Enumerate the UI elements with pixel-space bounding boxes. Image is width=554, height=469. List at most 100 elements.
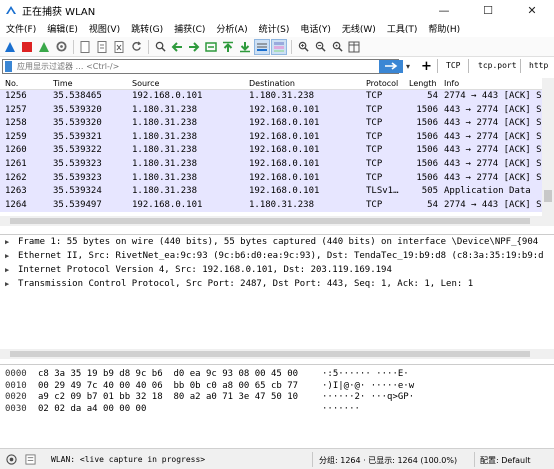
filter-history-dropdown[interactable]: ▾: [403, 60, 413, 72]
cell-source: 1.180.31.238: [132, 118, 198, 129]
resize-columns-button[interactable]: [346, 39, 362, 55]
cell-source: 1.180.31.238: [132, 104, 198, 115]
cell-time: 35.539320: [53, 118, 102, 129]
expert-info-icon[interactable]: [25, 454, 36, 465]
display-filter-input[interactable]: [13, 61, 398, 71]
expand-arrow-icon[interactable]: ▶: [5, 249, 9, 263]
capture-status-icon[interactable]: [6, 454, 17, 465]
find-packet-button[interactable]: [152, 39, 168, 55]
expand-arrow-icon[interactable]: ▶: [5, 235, 9, 249]
col-time-header[interactable]: Time: [53, 79, 73, 88]
cell-source: 1.180.31.238: [132, 172, 198, 183]
start-capture-button[interactable]: [2, 39, 18, 55]
table-row[interactable]: 1257 35.539320 1.180.31.238 192.168.0.101 TC…: [0, 103, 542, 118]
stop-capture-button[interactable]: [19, 39, 35, 55]
expand-arrow-icon[interactable]: ▶: [5, 263, 9, 277]
packet-list-scrollbar[interactable]: [542, 78, 554, 216]
detail-frame[interactable]: ▶ Frame 1: 55 bytes on wire (440 bits), 5…: [0, 235, 554, 249]
cell-no: 1262: [5, 172, 27, 183]
save-file-button[interactable]: [94, 39, 110, 55]
menu-analyze[interactable]: 分析(A): [210, 22, 252, 35]
cell-destination: 192.168.0.101: [249, 158, 320, 169]
table-row[interactable]: 1263 35.539324 1.180.31.238 192.168.0.101 TL…: [0, 185, 542, 199]
menu-telephony[interactable]: 电话(Y): [294, 22, 336, 35]
cell-time: 35.539324: [53, 186, 102, 197]
auto-scroll-button[interactable]: [254, 38, 270, 55]
arrow-left-icon: [171, 41, 182, 52]
packet-list-hscrollbar[interactable]: [0, 216, 554, 226]
col-info-header[interactable]: Info: [444, 79, 459, 88]
table-row[interactable]: 1259 35.539321 1.180.31.238 192.168.0.101 TC…: [0, 130, 542, 145]
minimize-button[interactable]: —: [422, 0, 466, 20]
reload-icon: [131, 41, 141, 51]
packet-list: No. Time Source Destination Protocol Len…: [0, 78, 542, 216]
bytes-row: 0000 c8 3a 35 19 b9 d8 9c b6 d0 ea 9c 93 …: [5, 369, 409, 379]
first-packet-button[interactable]: [220, 39, 236, 55]
filter-button-tcp-port[interactable]: tcp.port: [478, 61, 517, 70]
main-toolbar: [0, 37, 554, 57]
col-protocol-header[interactable]: Protocol: [366, 79, 398, 88]
zoom-reset-button[interactable]: [329, 39, 345, 55]
table-row[interactable]: 1261 35.539323 1.180.31.238 192.168.0.101 TC…: [0, 157, 542, 172]
details-hscrollbar[interactable]: [0, 349, 554, 359]
colorize-button[interactable]: [271, 38, 287, 55]
expand-arrow-icon[interactable]: ▶: [5, 277, 9, 291]
col-no-header[interactable]: No.: [5, 79, 18, 88]
menu-file[interactable]: 文件(F): [0, 22, 41, 35]
col-destination-header[interactable]: Destination: [249, 79, 295, 88]
table-row[interactable]: 1262 35.539323 1.180.31.238 192.168.0.101 TC…: [0, 171, 542, 186]
cell-destination: 192.168.0.101: [249, 131, 320, 142]
menu-tools[interactable]: 工具(T): [381, 22, 423, 35]
bytes-row: 0010 00 29 49 7c 40 00 40 06 bb 0b c0 a8 …: [5, 380, 415, 391]
go-forward-button[interactable]: [186, 39, 202, 55]
zoom-in-button[interactable]: [295, 39, 311, 55]
detail-tcp[interactable]: ▶ Transmission Control Protocol, Src Port…: [0, 277, 554, 291]
cell-info: 443 → 2774 [ACK] S: [444, 104, 542, 115]
menu-edit[interactable]: 编辑(E): [41, 22, 83, 35]
go-back-button[interactable]: [169, 39, 185, 55]
packet-list-header: No. Time Source Destination Protocol Len…: [0, 78, 542, 90]
cell-destination: 192.168.0.101: [249, 104, 320, 115]
table-row[interactable]: 1260 35.539322 1.180.31.238 192.168.0.101 TC…: [0, 144, 542, 158]
close-file-button[interactable]: [111, 39, 127, 55]
cell-time: 35.539322: [53, 145, 102, 156]
menu-view[interactable]: 视图(V): [83, 22, 125, 35]
menu-statistics[interactable]: 统计(S): [253, 22, 295, 35]
table-row[interactable]: 1256 35.538465 192.168.0.101 1.180.31.238 TC…: [0, 90, 542, 104]
detail-ipv4[interactable]: ▶ Internet Protocol Version 4, Src: 192.1…: [0, 263, 554, 277]
arrow-right-icon: [189, 41, 200, 52]
search-icon: [155, 41, 166, 52]
cell-destination: 1.180.31.238: [249, 91, 315, 101]
go-to-packet-button[interactable]: [203, 39, 219, 55]
open-file-button[interactable]: [77, 39, 93, 55]
menu-wireless[interactable]: 无线(W): [336, 22, 381, 35]
zoom-out-button[interactable]: [312, 39, 328, 55]
table-row[interactable]: 1258 35.539320 1.180.31.238 192.168.0.101 TC…: [0, 117, 542, 131]
cell-protocol: TCP: [366, 104, 383, 115]
profile-status[interactable]: 配置: Default: [480, 455, 530, 466]
last-packet-button[interactable]: [237, 39, 253, 55]
close-button[interactable]: ✕: [510, 0, 554, 20]
filter-button-http[interactable]: http: [529, 61, 548, 70]
reload-file-button[interactable]: [128, 39, 144, 55]
detail-ethernet[interactable]: ▶ Ethernet II, Src: RivetNet_ea:9c:93 (9c…: [0, 249, 554, 263]
cell-destination: 192.168.0.101: [249, 172, 320, 183]
add-filter-button-icon[interactable]: +: [421, 59, 432, 74]
bookmark-icon[interactable]: [4, 60, 13, 73]
apply-filter-button[interactable]: [379, 59, 403, 73]
capture-options-button[interactable]: [53, 39, 69, 55]
col-source-header[interactable]: Source: [132, 79, 159, 88]
colorize-icon: [274, 41, 284, 52]
window-title: 正在捕获 WLAN: [22, 6, 96, 18]
menu-go[interactable]: 跳转(G): [125, 22, 168, 35]
packet-bytes: 0000 c8 3a 35 19 b9 d8 9c b6 d0 ea 9c 93 …: [0, 364, 554, 444]
menu-capture[interactable]: 捕获(C): [168, 22, 210, 35]
restart-capture-button[interactable]: [36, 39, 52, 55]
title-bar: 正在捕获 WLAN — ☐ ✕: [0, 0, 554, 20]
filter-button-tcp[interactable]: TCP: [446, 61, 460, 70]
table-row[interactable]: 1264 35.539497 192.168.0.101 1.180.31.238 TC…: [0, 198, 542, 213]
col-length-header[interactable]: Length: [409, 79, 437, 88]
maximize-button[interactable]: ☐: [466, 0, 510, 20]
menu-help[interactable]: 帮助(H): [422, 22, 465, 35]
cell-length: 1506: [416, 118, 438, 129]
